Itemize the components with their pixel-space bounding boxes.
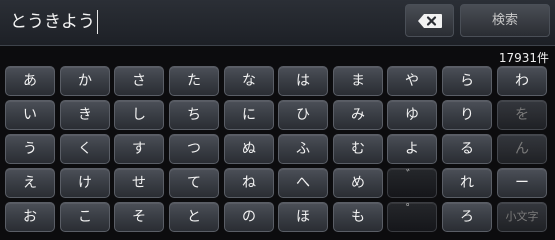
key-8-0[interactable]: ら [442,66,492,96]
key-9-0[interactable]: わ [497,66,547,96]
key-6-2[interactable]: む [333,134,383,164]
key-8-1[interactable]: り [442,100,492,130]
key-9-3[interactable]: ー [497,168,547,198]
key-7-2[interactable]: よ [387,134,437,164]
key-6-0[interactable]: ま [333,66,383,96]
key-9-2[interactable]: ん [497,134,547,164]
key-8-2[interactable]: る [442,134,492,164]
key-2-3[interactable]: せ [114,168,164,198]
key-1-1[interactable]: き [60,100,110,130]
key-4-1[interactable]: に [224,100,274,130]
key-3-1[interactable]: ち [169,100,219,130]
key-8-3[interactable]: れ [442,168,492,198]
key-0-3[interactable]: え [5,168,55,198]
key-3-2[interactable]: つ [169,134,219,164]
search-bar: とうきよう 検索 [0,0,555,46]
key-1-2[interactable]: く [60,134,110,164]
key-2-2[interactable]: す [114,134,164,164]
key-8-4[interactable]: ろ [442,202,492,232]
key-5-4[interactable]: ほ [278,202,328,232]
key-1-3[interactable]: け [60,168,110,198]
key-3-3[interactable]: て [169,168,219,198]
backspace-icon [418,14,442,28]
key-0-2[interactable]: う [5,134,55,164]
key-7-4[interactable]: ゜ [387,202,437,232]
key-4-0[interactable]: な [224,66,274,96]
result-count: 17931件 [498,51,549,65]
key-5-3[interactable]: へ [278,168,328,198]
key-2-4[interactable]: そ [114,202,164,232]
key-9-4[interactable]: 小文字 [497,202,547,232]
text-caret [97,10,98,34]
key-6-3[interactable]: め [333,168,383,198]
key-5-0[interactable]: は [278,66,328,96]
key-1-0[interactable]: か [60,66,110,96]
key-2-1[interactable]: し [114,100,164,130]
key-3-0[interactable]: た [169,66,219,96]
key-5-2[interactable]: ふ [278,134,328,164]
delete-button[interactable] [405,4,454,37]
key-3-4[interactable]: と [169,202,219,232]
key-7-0[interactable]: や [387,66,437,96]
key-2-0[interactable]: さ [114,66,164,96]
key-4-4[interactable]: の [224,202,274,232]
search-input[interactable]: とうきよう [10,9,95,35]
key-4-2[interactable]: ぬ [224,134,274,164]
key-5-1[interactable]: ひ [278,100,328,130]
kana-keyboard: あいうえお かきくけこ さしすせそ たちつてと なにぬねの はひふへほ まみむめも やゆよ゛゜… [0,66,555,240]
key-1-4[interactable]: こ [60,202,110,232]
key-0-1[interactable]: い [5,100,55,130]
search-button[interactable]: 検索 [460,4,550,37]
dakuten-mark: ゛ [405,168,418,182]
key-6-1[interactable]: み [333,100,383,130]
key-7-3[interactable]: ゛ [387,168,437,198]
key-4-3[interactable]: ね [224,168,274,198]
key-6-4[interactable]: も [333,202,383,232]
key-0-0[interactable]: あ [5,66,55,96]
key-0-4[interactable]: お [5,202,55,232]
key-9-1[interactable]: を [497,100,547,130]
dakuten-mark: ゜ [405,202,418,216]
key-7-1[interactable]: ゆ [387,100,437,130]
